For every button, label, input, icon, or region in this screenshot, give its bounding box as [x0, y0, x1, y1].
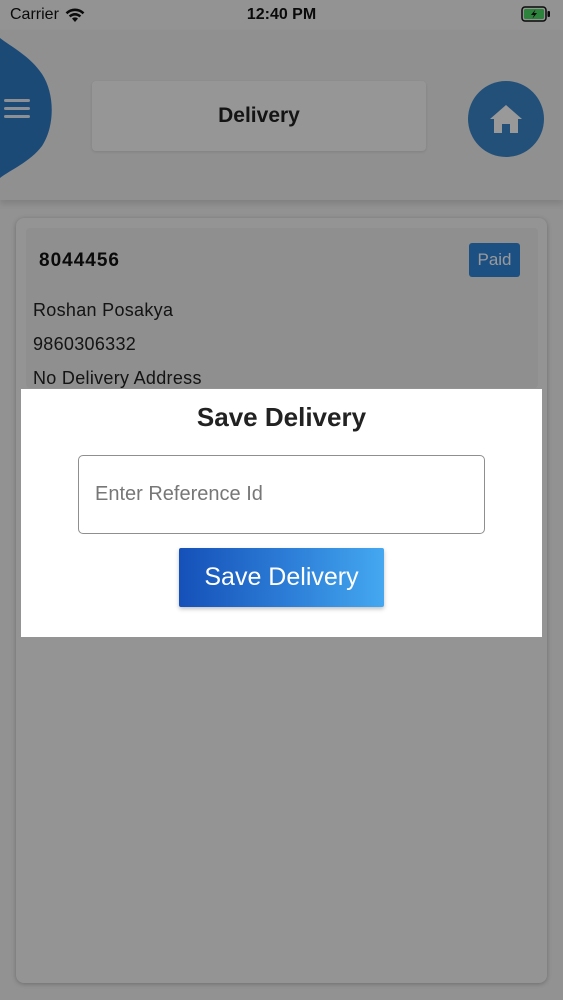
save-delivery-dialog: Save Delivery Save Delivery	[21, 389, 542, 637]
dialog-title: Save Delivery	[196, 402, 367, 432]
save-delivery-button[interactable]: Save Delivery	[179, 548, 384, 607]
reference-id-input[interactable]	[78, 455, 485, 534]
